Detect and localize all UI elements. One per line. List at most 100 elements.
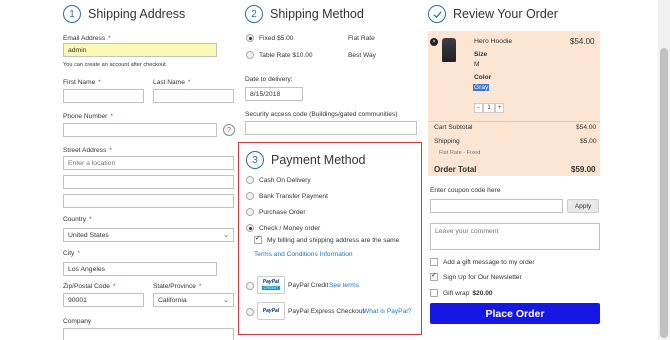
shipping-method-header: 2 Shipping Method — [245, 1, 420, 27]
street-field-2[interactable] — [63, 175, 234, 189]
payment-option-label: Purchase Order — [259, 208, 306, 216]
cart-subtotal-label: Cart Subtotal — [434, 124, 473, 131]
step-number: 1 — [63, 5, 81, 23]
size-value: M — [474, 61, 480, 68]
paypal-express-label: PayPal Express Checkout — [288, 308, 365, 315]
shipping-carrier: Flat Rate — [348, 35, 375, 42]
step-number: 3 — [246, 151, 264, 169]
first-name-field[interactable] — [63, 89, 144, 103]
gift-wrap-price: $20.00 — [472, 289, 493, 297]
payment-method-header: 3 Payment Method — [246, 146, 366, 173]
first-name-label: First Name * — [63, 79, 101, 86]
payment-option-bank-transfer[interactable]: Bank Transfer Payment — [246, 192, 328, 200]
shipping-method-text: Flat Rate - Fixed — [439, 150, 481, 156]
chevron-down-icon: ⌄ — [223, 297, 229, 304]
radio-selected[interactable] — [246, 34, 254, 42]
item-price: $54.00 — [570, 37, 595, 46]
coupon-label: Enter coupon code here — [430, 187, 501, 194]
shipping-label: Shipping — [434, 138, 460, 145]
qty-plus-button[interactable]: + — [495, 103, 504, 113]
comment-textarea[interactable]: Leave your comment — [430, 223, 600, 250]
security-code-field[interactable] — [245, 121, 417, 135]
phone-label: Phone Number * — [63, 113, 113, 120]
last-name-label: Last Name * — [153, 79, 191, 86]
size-label: Size — [474, 51, 488, 58]
delivery-date-field[interactable]: 8/15/2018 — [245, 87, 303, 101]
scrollbar-thumb[interactable] — [660, 48, 668, 338]
qty-value[interactable]: 1 — [483, 103, 495, 113]
shipping-option-label: Fixed $5.00 — [259, 34, 294, 42]
see-terms-link[interactable]: See terms — [329, 282, 359, 289]
comment-placeholder: Leave your comment — [435, 228, 499, 235]
payment-option-check[interactable]: Check / Money order — [246, 224, 320, 232]
shipping-carrier: Best Way — [348, 52, 376, 59]
shipping-value: $5.00 — [580, 138, 597, 145]
company-field[interactable] — [63, 328, 234, 340]
email-field[interactable]: admin — [63, 43, 217, 57]
same-address-checkbox-row[interactable]: My billing and shipping address are the … — [254, 234, 399, 244]
country-label: Country * — [63, 216, 92, 223]
zip-field[interactable]: 90001 — [63, 293, 144, 307]
section-title: Review Your Order — [453, 7, 558, 21]
qty-minus-button[interactable]: - — [474, 103, 483, 113]
shipping-address-section: 1 Shipping Address — [63, 0, 233, 27]
remove-item-icon[interactable]: × — [430, 38, 438, 46]
quantity-stepper[interactable]: - 1 + — [474, 103, 504, 113]
country-value: United States — [68, 231, 109, 239]
shipping-address-header: 1 Shipping Address — [63, 1, 233, 27]
item-name: Hero Hoodie — [474, 38, 513, 45]
zip-label: Zip/Postal Code * — [63, 283, 116, 290]
payment-option-label: Check / Money order — [259, 224, 321, 232]
radio[interactable] — [246, 51, 254, 59]
place-order-button[interactable]: Place Order — [430, 303, 600, 324]
radio[interactable] — [246, 192, 254, 200]
last-name-field[interactable] — [153, 89, 234, 103]
coupon-input[interactable] — [430, 199, 563, 213]
street-field-1[interactable]: Enter a location — [63, 156, 234, 170]
gift-message-checkbox[interactable] — [430, 258, 438, 266]
step-number: 2 — [245, 5, 263, 23]
what-is-paypal-link[interactable]: What is PayPal? — [363, 308, 411, 315]
order-summary-card: × Hero Hoodie $54.00 Size M Color Gray -… — [428, 31, 600, 176]
radio[interactable] — [246, 308, 254, 316]
radio[interactable] — [246, 176, 254, 184]
city-field[interactable]: Los Angeles — [63, 262, 217, 276]
street-field-3[interactable] — [63, 194, 234, 208]
country-select[interactable]: United States ⌄ — [63, 228, 234, 242]
check-icon — [428, 5, 446, 23]
newsletter-row[interactable]: Sign Up for Our Newsletter — [430, 271, 522, 281]
review-order-header: Review Your Order — [428, 1, 600, 27]
newsletter-checkbox[interactable] — [430, 271, 438, 281]
review-order-section: Review Your Order — [428, 0, 600, 27]
radio[interactable] — [246, 208, 254, 216]
terms-link[interactable]: Terms and Conditions Information — [254, 251, 353, 258]
apply-coupon-button[interactable]: Apply — [567, 199, 599, 213]
payment-option-cod[interactable]: Cash On Delivery — [246, 176, 311, 184]
shipping-option-table-rate[interactable]: Table Rate $10.00 — [246, 51, 313, 59]
shipping-option-fixed[interactable]: Fixed $5.00 — [246, 34, 293, 42]
order-total-label: Order Total — [434, 165, 477, 174]
gift-message-row[interactable]: Add a gift message to my order — [430, 258, 535, 266]
payment-option-purchase-order[interactable]: Purchase Order — [246, 208, 306, 216]
email-label: Email Address * — [63, 35, 111, 42]
company-label: Company — [63, 318, 92, 325]
city-label: City * — [63, 250, 80, 257]
gift-wrap-checkbox[interactable] — [430, 289, 438, 297]
cart-subtotal-value: $54.00 — [576, 124, 597, 131]
state-select[interactable]: California ⌄ — [153, 293, 234, 307]
gift-message-label: Add a gift message to my order — [443, 258, 535, 266]
paypal-credit-logo: PayPal CREDIT — [257, 276, 285, 294]
chevron-down-icon: ⌄ — [223, 232, 229, 239]
color-value: Gray — [473, 84, 490, 91]
radio-selected[interactable] — [246, 224, 254, 232]
gift-wrap-row[interactable]: Gift wrap $20.00 — [430, 289, 493, 297]
color-label: Color — [474, 74, 492, 81]
same-address-checkbox[interactable] — [254, 234, 262, 244]
radio[interactable] — [246, 282, 254, 290]
phone-help-icon[interactable]: ? — [223, 124, 235, 136]
phone-field[interactable] — [63, 123, 217, 137]
delivery-date-label: Date to delivery: — [245, 76, 293, 83]
shipping-method-section: 2 Shipping Method — [245, 0, 420, 27]
paypal-credit-label: PayPal Credit — [288, 282, 329, 289]
paypal-logo: PayPal — [257, 302, 285, 320]
